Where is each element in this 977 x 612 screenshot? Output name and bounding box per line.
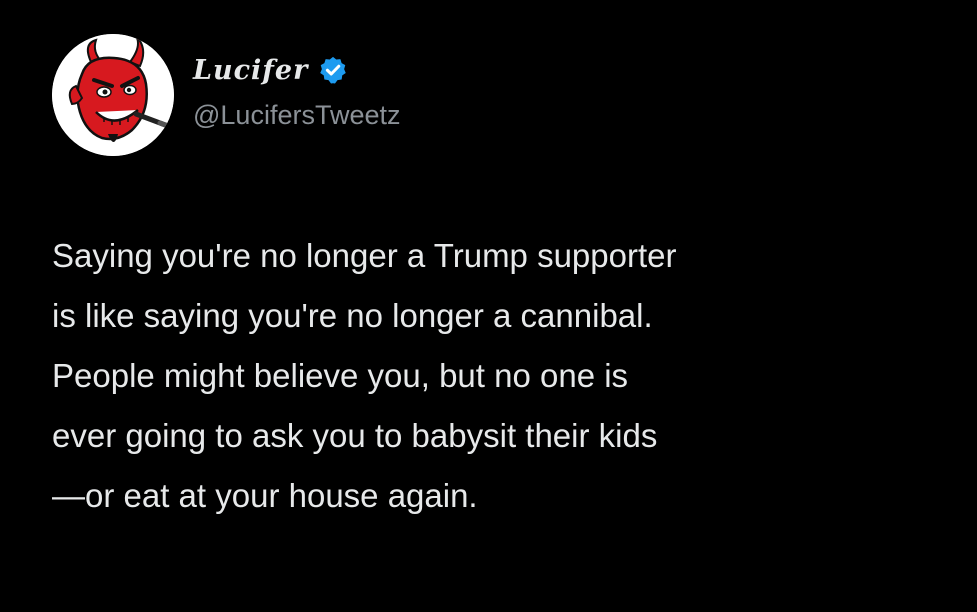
tweet-text-line: —or eat at your house again. [52, 477, 478, 514]
tweet-card: Lucifer @LucifersTweetz Saying you're no… [0, 0, 977, 612]
author-handle[interactable]: @LucifersTweetz [193, 100, 400, 131]
tweet-text: Saying you're no longer a Trump supporte… [52, 226, 942, 526]
tweet-text-line: is like saying you're no longer a cannib… [52, 297, 653, 334]
tweet-text-line: Saying you're no longer a Trump supporte… [52, 237, 677, 274]
avatar[interactable] [52, 34, 174, 156]
verified-badge-icon [318, 55, 348, 85]
author-display-name[interactable]: Lucifer [193, 55, 308, 86]
author-name-row: Lucifer [193, 50, 348, 90]
tweet-text-line: ever going to ask you to babysit their k… [52, 417, 658, 454]
tweet-text-line: People might believe you, but no one is [52, 357, 629, 394]
devil-avatar-icon [52, 34, 174, 156]
